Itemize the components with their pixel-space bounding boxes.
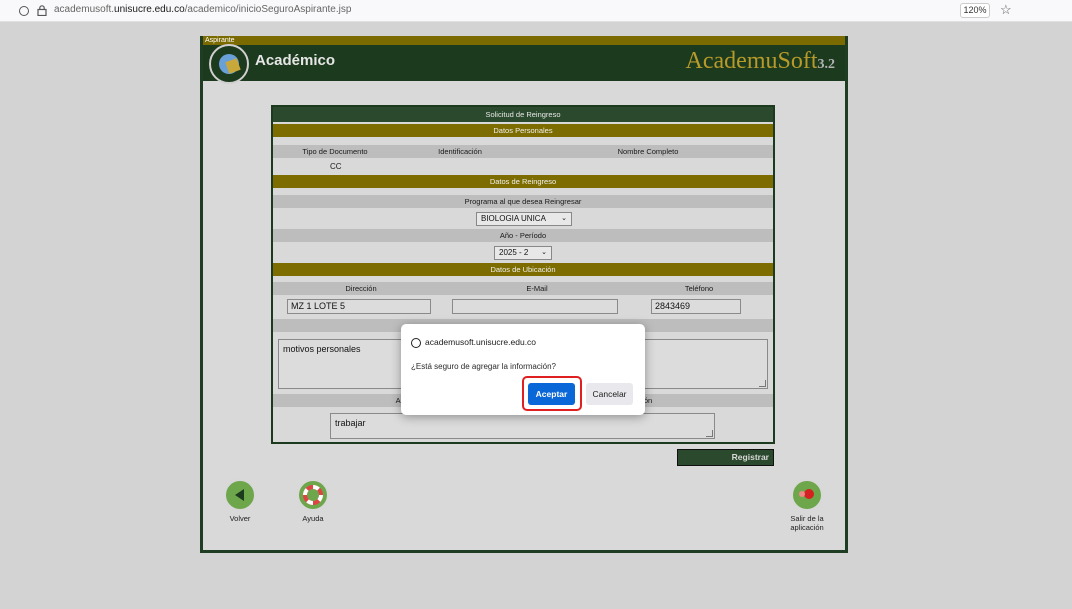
app-frame: Aspirante Académico AcademuSoft3.2 Solic… bbox=[200, 36, 848, 553]
address-bar[interactable]: academusoft.unisucre.edu.co/academico/in… bbox=[54, 4, 351, 15]
form-title: Solicitud de Reingreso bbox=[273, 107, 773, 122]
brand-version: 3.2 bbox=[817, 57, 836, 72]
direccion-input[interactable]: MZ 1 LOTE 5 bbox=[287, 299, 431, 314]
chevron-down-icon: ⌄ bbox=[541, 249, 547, 256]
actividad-textarea[interactable]: trabajar bbox=[330, 413, 715, 439]
email-input[interactable] bbox=[452, 299, 618, 314]
col-nombre: Nombre Completo bbox=[617, 147, 679, 156]
resize-handle-icon[interactable] bbox=[759, 380, 766, 387]
registrar-button[interactable]: Registrar bbox=[677, 449, 774, 466]
app-title: Académico bbox=[255, 52, 336, 69]
exit-icon bbox=[799, 489, 814, 499]
dialog-message: ¿Está seguro de agregar la información? bbox=[411, 362, 556, 371]
tipo-documento-value: CC bbox=[330, 162, 342, 171]
tracking-shield-icon[interactable] bbox=[19, 6, 29, 16]
programa-select[interactable]: BIOLOGIA UNICA ⌄ bbox=[476, 212, 572, 226]
col-identificacion: Identificación bbox=[438, 147, 482, 156]
role-label: Aspirante bbox=[203, 36, 845, 45]
periodo-label: Año - Período bbox=[273, 229, 773, 242]
zoom-indicator[interactable]: 120% bbox=[960, 3, 990, 18]
personal-header-row: Tipo de Documento Identificación Nombre … bbox=[273, 145, 773, 158]
section-reingreso: Datos de Reingreso bbox=[273, 175, 773, 188]
app-header: Académico AcademuSoft3.2 bbox=[203, 45, 845, 81]
actividad-text: trabajar bbox=[335, 418, 366, 428]
lifebuoy-icon bbox=[303, 485, 323, 505]
salir-label: Salir de la aplicación bbox=[782, 514, 832, 532]
motivos-text: motivos personales bbox=[283, 344, 361, 354]
periodo-select[interactable]: 2025 - 2 ⌄ bbox=[494, 246, 552, 260]
academico-logo-icon bbox=[209, 44, 249, 84]
brand-logo: AcademuSoft3.2 bbox=[686, 48, 835, 75]
page-content: Aspirante Académico AcademuSoft3.2 Solic… bbox=[0, 22, 1072, 609]
section-ubicacion: Datos de Ubicación bbox=[273, 263, 773, 276]
url-path: /academico/inicioSeguroAspirante.jsp bbox=[184, 4, 352, 15]
programa-selected: BIOLOGIA UNICA bbox=[481, 214, 546, 223]
url-prefix: academusoft. bbox=[54, 4, 115, 15]
col-email: E-Mail bbox=[526, 284, 548, 293]
chevron-down-icon: ⌄ bbox=[561, 215, 567, 222]
volver-button[interactable] bbox=[224, 479, 256, 511]
ubicacion-header-row: Dirección E-Mail Teléfono bbox=[273, 282, 773, 295]
volver-label: Volver bbox=[229, 514, 251, 523]
salir-label-line1: Salir de la bbox=[790, 514, 824, 523]
periodo-selected: 2025 - 2 bbox=[499, 248, 529, 257]
aceptar-button[interactable]: Aceptar bbox=[528, 383, 575, 405]
col-telefono: Teléfono bbox=[684, 284, 714, 293]
dialog-origin: academusoft.unisucre.edu.co bbox=[425, 337, 537, 347]
salir-label-line2: aplicación bbox=[790, 523, 824, 532]
programa-label: Programa al que desea Reingresar bbox=[273, 195, 773, 208]
resize-handle-icon[interactable] bbox=[706, 430, 713, 437]
globe-icon bbox=[411, 338, 421, 348]
bookmark-star-icon[interactable]: ☆ bbox=[1000, 2, 1012, 18]
telefono-input[interactable]: 2843469 bbox=[651, 299, 741, 314]
brand-name: AcademuSoft bbox=[685, 48, 818, 74]
section-personal: Datos Personales bbox=[273, 124, 773, 137]
browser-toolbar: academusoft.unisucre.edu.co/academico/in… bbox=[0, 0, 1072, 22]
lock-icon[interactable] bbox=[37, 5, 47, 16]
col-tipo-documento: Tipo de Documento bbox=[302, 147, 368, 156]
col-direccion: Dirección bbox=[345, 284, 377, 293]
cancelar-button[interactable]: Cancelar bbox=[586, 383, 633, 405]
salir-button[interactable] bbox=[791, 479, 823, 511]
ayuda-button[interactable] bbox=[297, 479, 329, 511]
arrow-left-icon bbox=[235, 489, 244, 501]
ayuda-label: Ayuda bbox=[302, 514, 324, 523]
url-domain: unisucre.edu.co bbox=[114, 4, 185, 15]
